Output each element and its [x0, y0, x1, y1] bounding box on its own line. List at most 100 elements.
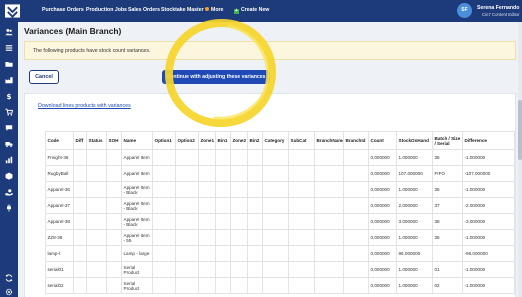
nav-more[interactable]: More	[205, 7, 223, 13]
table-cell	[152, 245, 176, 262]
table-cell: Serial Product	[121, 261, 153, 278]
column-header[interactable]: Bin2	[247, 131, 263, 150]
column-header[interactable]: Batch / Size / Serial	[432, 131, 463, 150]
avatar[interactable]: SF	[457, 3, 472, 18]
table-cell: 3.000000	[396, 213, 433, 230]
table-cell	[73, 197, 87, 214]
table-cell	[73, 245, 87, 262]
table-cell	[106, 245, 122, 262]
column-header[interactable]: Option2	[175, 131, 199, 150]
table-cell: Apparel Item	[121, 165, 153, 182]
column-header[interactable]: Code	[45, 131, 74, 150]
cart-icon[interactable]	[5, 108, 13, 116]
table-cell	[106, 229, 122, 246]
table-row: ZZ8-36 Apparel Item - 55 0.000000 1.000000 3…	[45, 229, 515, 246]
nav-sales-orders[interactable]: Sales Orders	[128, 7, 160, 13]
column-header[interactable]: Difference	[462, 131, 515, 150]
table-cell: Apparel Item - Black	[121, 197, 153, 214]
table-cell: 1.000000	[396, 229, 433, 246]
table-body: Freight-36 Apparel Item 0.000000 1.000000 36…	[45, 149, 515, 294]
column-header[interactable]: StockOnHand	[396, 131, 433, 150]
table-cell	[86, 261, 107, 278]
table-cell	[86, 165, 107, 182]
factory-icon[interactable]	[5, 76, 13, 84]
report-icon[interactable]	[5, 156, 13, 164]
nav-production-jobs[interactable]: Production Jobs	[86, 7, 127, 13]
table-cell	[247, 229, 263, 246]
table-cell	[343, 181, 369, 198]
table-cell	[343, 165, 369, 182]
table-cell	[230, 277, 248, 294]
table-cell	[152, 181, 176, 198]
table-cell	[106, 149, 122, 166]
user-name[interactable]: Serena Fernando	[477, 5, 519, 11]
table-cell	[343, 245, 369, 262]
dollar-icon[interactable]: $	[5, 92, 13, 100]
scrollbar-thumb[interactable]	[518, 100, 522, 160]
column-header[interactable]: Zone1	[198, 131, 216, 150]
table-cell	[288, 277, 315, 294]
table-cell	[86, 277, 107, 294]
download-variances-link[interactable]: Download lines products with variances	[38, 103, 131, 109]
column-header[interactable]: BranchName	[314, 131, 344, 150]
column-header[interactable]: Diff	[73, 131, 87, 150]
hand-icon[interactable]	[5, 188, 13, 196]
column-header[interactable]: SubCat	[288, 131, 315, 150]
table-cell	[73, 213, 87, 230]
table-cell	[215, 261, 231, 278]
chat-icon[interactable]	[5, 124, 13, 132]
table-row: Freight-36 Apparel Item 0.000000 1.000000 36…	[45, 149, 515, 166]
column-header[interactable]: Count	[368, 131, 397, 150]
table-row: lamp-l Lamp - large 0.000000 96.000000 -96.0…	[45, 245, 515, 262]
column-header[interactable]: Option1	[152, 131, 176, 150]
list-icon[interactable]	[5, 44, 13, 52]
table-cell	[215, 149, 231, 166]
variance-notice: The following products have stock count …	[24, 41, 516, 60]
table-cell: 107.000000	[396, 165, 433, 182]
continue-adjusting-button[interactable]: Continue with adjusting these variances	[162, 70, 270, 84]
cin7-logo-icon[interactable]	[5, 4, 20, 18]
table-cell	[73, 229, 87, 246]
table-cell	[343, 213, 369, 230]
truck-icon[interactable]	[5, 140, 13, 148]
table-cell	[247, 197, 263, 214]
table-cell	[247, 181, 263, 198]
box-icon[interactable]	[5, 172, 13, 180]
table-cell	[230, 165, 248, 182]
column-header[interactable]: Name	[121, 131, 153, 150]
table-cell	[152, 197, 176, 214]
column-header[interactable]: SOH	[106, 131, 122, 150]
table-cell	[262, 181, 289, 198]
column-header[interactable]: Zone2	[230, 131, 248, 150]
column-header[interactable]: Bin1	[215, 131, 231, 150]
table-cell	[230, 245, 248, 262]
column-header[interactable]: BranchId	[343, 131, 369, 150]
folder-icon[interactable]	[5, 60, 13, 68]
table-cell: 2.000000	[396, 197, 433, 214]
table-cell	[247, 149, 263, 166]
table-cell	[198, 149, 216, 166]
table-cell	[215, 245, 231, 262]
table-cell	[314, 245, 344, 262]
sync-icon[interactable]	[5, 274, 13, 282]
table-cell	[106, 165, 122, 182]
table-cell: serial02	[45, 277, 74, 294]
cancel-button[interactable]: Cancel	[29, 70, 59, 84]
table-cell	[73, 261, 87, 278]
table-cell: 1.000000	[396, 149, 433, 166]
nav-purchase-orders[interactable]: Purchase Orders	[42, 7, 84, 13]
table-cell: Serial Product	[121, 277, 153, 294]
people-icon[interactable]	[5, 28, 13, 36]
table-cell	[215, 229, 231, 246]
plug-icon[interactable]	[5, 204, 13, 212]
gear-icon[interactable]	[5, 288, 13, 296]
table-cell	[288, 245, 315, 262]
table-cell	[86, 213, 107, 230]
table-cell	[152, 149, 176, 166]
table-cell	[73, 277, 87, 294]
table-row: Apparel-38 Apparel Item - Black 0.000000 3.…	[45, 213, 515, 230]
create-new-button[interactable]: + Create New	[234, 7, 269, 14]
nav-stocktake-master[interactable]: Stocktake Master	[161, 7, 204, 13]
column-header[interactable]: Category	[262, 131, 289, 150]
column-header[interactable]: Status	[86, 131, 107, 150]
